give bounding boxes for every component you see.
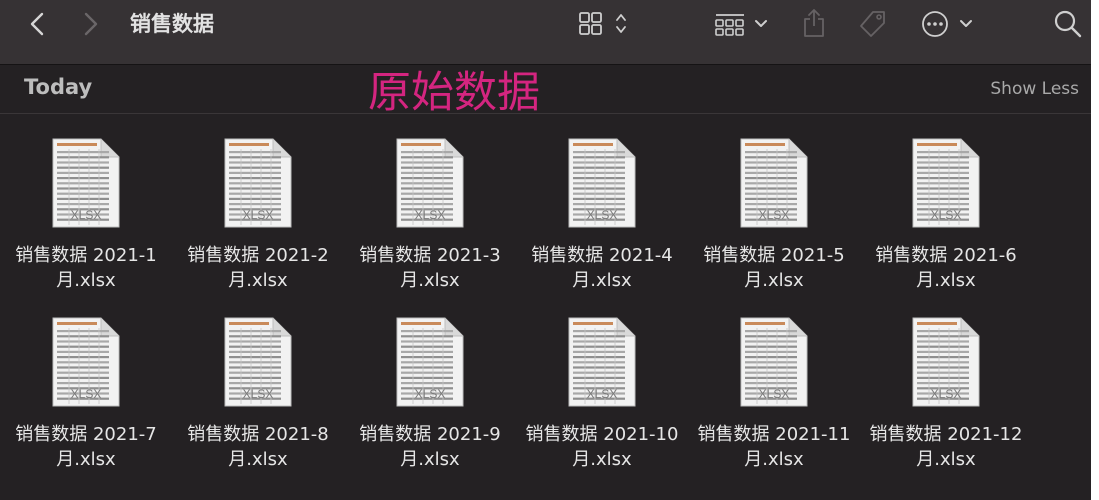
section-title: Today	[24, 75, 93, 99]
file-type-badge: XLSX	[243, 387, 274, 401]
xlsx-file-icon: XLSX	[396, 138, 464, 228]
file-name-line2: 月.xlsx	[744, 449, 804, 470]
group-icon	[715, 14, 767, 36]
search-icon	[1054, 10, 1082, 38]
file-name-line2: 月.xlsx	[228, 270, 288, 291]
chevron-right-icon	[84, 12, 98, 36]
file-name-line1: 销售数据 2021-1	[15, 245, 157, 266]
back-button[interactable]	[24, 10, 50, 38]
file-name-line1: 销售数据 2021-12	[869, 424, 1023, 445]
file-item[interactable]: XLSX 销售数据 2021-8 月.xlsx	[172, 307, 344, 477]
file-name-line2: 月.xlsx	[572, 270, 632, 291]
file-item[interactable]: XLSX 销售数据 2021-3 月.xlsx	[344, 128, 516, 298]
file-item[interactable]: XLSX 销售数据 2021-4 月.xlsx	[516, 128, 688, 298]
file-name-line1: 销售数据 2021-5	[703, 245, 845, 266]
file-item[interactable]: XLSX 销售数据 2021-11 月.xlsx	[688, 307, 860, 477]
group-button[interactable]	[712, 10, 772, 38]
file-type-badge: XLSX	[759, 208, 790, 222]
file-name-line1: 销售数据 2021-6	[875, 245, 1017, 266]
file-name-line1: 销售数据 2021-2	[187, 245, 329, 266]
xlsx-file-icon: XLSX	[568, 138, 636, 228]
file-name-line1: 销售数据 2021-8	[187, 424, 329, 445]
xlsx-file-icon: XLSX	[396, 317, 464, 407]
annotation-label: 原始数据	[368, 68, 540, 113]
xlsx-file-icon: XLSX	[740, 138, 808, 228]
file-type-badge: XLSX	[931, 387, 962, 401]
file-name: 销售数据 2021-4 月.xlsx	[516, 243, 688, 293]
file-type-badge: XLSX	[931, 208, 962, 222]
file-type-badge: XLSX	[759, 387, 790, 401]
search-button[interactable]	[1052, 8, 1084, 40]
file-name-line1: 销售数据 2021-9	[359, 424, 501, 445]
file-name: 销售数据 2021-9 月.xlsx	[344, 422, 516, 472]
view-options-button[interactable]	[576, 10, 632, 38]
xlsx-file-icon: XLSX	[740, 317, 808, 407]
file-name: 销售数据 2021-5 月.xlsx	[688, 243, 860, 293]
file-item[interactable]: XLSX 销售数据 2021-7 月.xlsx	[0, 307, 172, 477]
file-name: 销售数据 2021-10 月.xlsx	[516, 422, 688, 472]
file-type-badge: XLSX	[71, 387, 102, 401]
tag-icon	[860, 11, 885, 37]
file-name-line2: 月.xlsx	[400, 270, 460, 291]
window-title: 销售数据	[130, 12, 214, 36]
file-name-line1: 销售数据 2021-3	[359, 245, 501, 266]
file-name: 销售数据 2021-3 月.xlsx	[344, 243, 516, 293]
chevron-left-icon	[30, 12, 44, 36]
file-name: 销售数据 2021-1 月.xlsx	[0, 243, 172, 293]
xlsx-file-icon: XLSX	[52, 138, 120, 228]
file-name-line2: 月.xlsx	[916, 449, 976, 470]
file-name-line1: 销售数据 2021-10	[525, 424, 679, 445]
file-name: 销售数据 2021-11 月.xlsx	[688, 422, 860, 472]
show-less-button[interactable]: Show Less	[990, 79, 1079, 99]
file-name-line2: 月.xlsx	[744, 270, 804, 291]
finder-window: 销售数据 Today 原始数据 Show Less XLSX 销售数据 2021…	[0, 0, 1091, 500]
xlsx-file-icon: XLSX	[912, 138, 980, 228]
file-item[interactable]: XLSX 销售数据 2021-9 月.xlsx	[344, 307, 516, 477]
grid-view-icon	[579, 12, 626, 35]
file-item[interactable]: XLSX 销售数据 2021-6 月.xlsx	[860, 128, 1032, 298]
file-type-badge: XLSX	[415, 208, 446, 222]
file-name-line2: 月.xlsx	[572, 449, 632, 470]
file-type-badge: XLSX	[587, 387, 618, 401]
more-icon	[922, 11, 972, 37]
file-name-line1: 销售数据 2021-11	[697, 424, 851, 445]
file-item[interactable]: XLSX 销售数据 2021-12 月.xlsx	[860, 307, 1032, 477]
file-name-line1: 销售数据 2021-7	[15, 424, 157, 445]
file-name-line2: 月.xlsx	[916, 270, 976, 291]
file-item[interactable]: XLSX 销售数据 2021-10 月.xlsx	[516, 307, 688, 477]
file-name: 销售数据 2021-12 月.xlsx	[860, 422, 1032, 472]
file-type-badge: XLSX	[587, 208, 618, 222]
file-type-badge: XLSX	[415, 387, 446, 401]
file-name-line2: 月.xlsx	[400, 449, 460, 470]
xlsx-file-icon: XLSX	[912, 317, 980, 407]
file-item[interactable]: XLSX 销售数据 2021-2 月.xlsx	[172, 128, 344, 298]
action-button[interactable]	[918, 8, 976, 40]
file-name: 销售数据 2021-6 月.xlsx	[860, 243, 1032, 293]
file-name-line2: 月.xlsx	[228, 449, 288, 470]
xlsx-file-icon: XLSX	[568, 317, 636, 407]
xlsx-file-icon: XLSX	[224, 138, 292, 228]
file-name: 销售数据 2021-2 月.xlsx	[172, 243, 344, 293]
file-name-line1: 销售数据 2021-4	[531, 245, 673, 266]
file-type-badge: XLSX	[243, 208, 274, 222]
xlsx-file-icon: XLSX	[52, 317, 120, 407]
file-item[interactable]: XLSX 销售数据 2021-1 月.xlsx	[0, 128, 172, 298]
forward-button[interactable]	[78, 10, 104, 38]
xlsx-file-icon: XLSX	[224, 317, 292, 407]
section-header: Today 原始数据 Show Less	[0, 65, 1091, 114]
file-grid: XLSX 销售数据 2021-1 月.xlsx XLSX 销售数据 2021-2 月.xl…	[0, 128, 1091, 500]
file-name-line2: 月.xlsx	[56, 270, 116, 291]
file-name-line2: 月.xlsx	[56, 449, 116, 470]
file-type-badge: XLSX	[71, 208, 102, 222]
tag-button[interactable]	[856, 8, 890, 40]
file-name: 销售数据 2021-7 月.xlsx	[0, 422, 172, 472]
file-name: 销售数据 2021-8 月.xlsx	[172, 422, 344, 472]
toolbar: 销售数据	[0, 0, 1091, 65]
file-item[interactable]: XLSX 销售数据 2021-5 月.xlsx	[688, 128, 860, 298]
share-icon	[804, 9, 824, 37]
share-button[interactable]	[800, 6, 828, 40]
window-edge	[1091, 0, 1099, 500]
